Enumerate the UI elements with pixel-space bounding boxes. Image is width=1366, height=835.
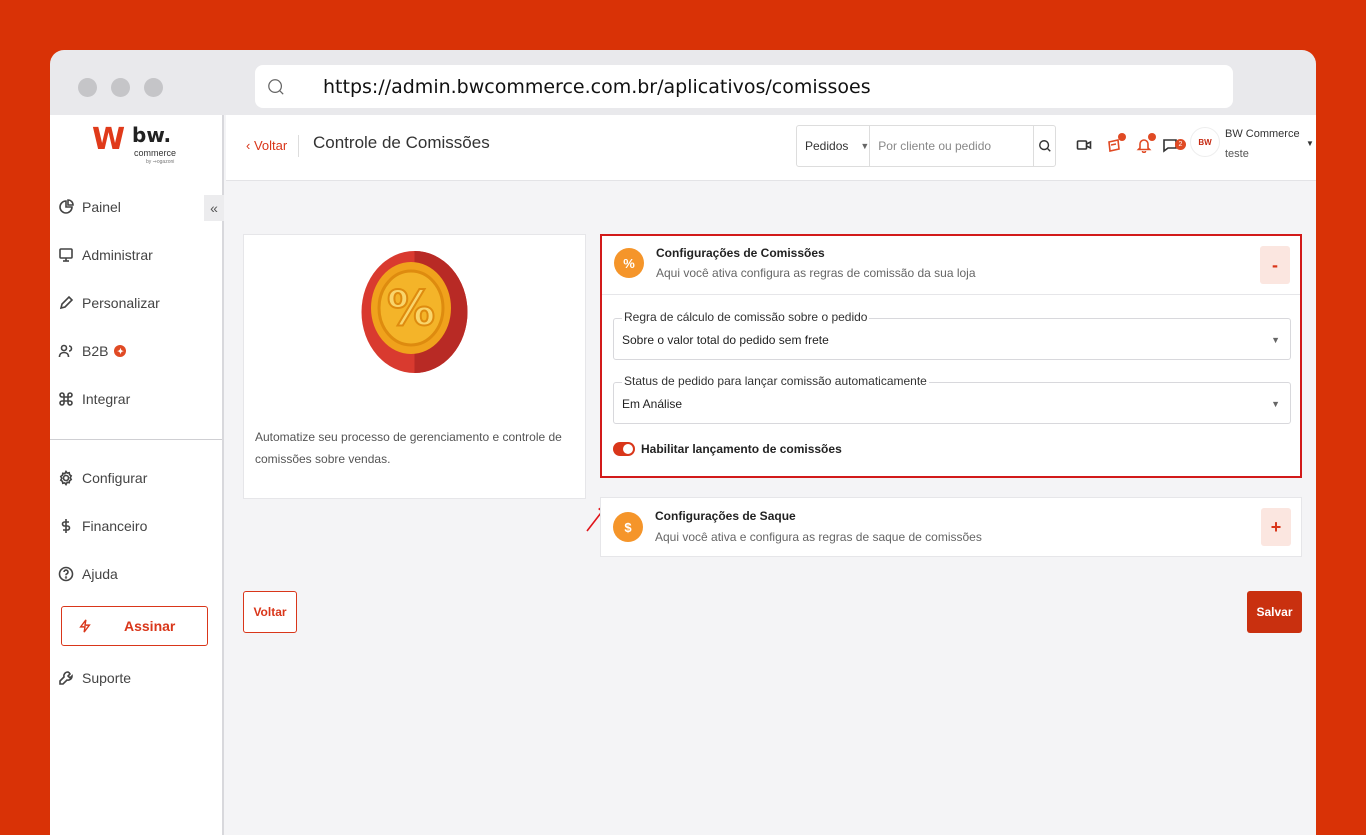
- svg-text:%: %: [387, 281, 435, 337]
- avatar[interactable]: BW: [1190, 127, 1220, 157]
- logo-by: by ⇝ogazoni: [146, 159, 175, 165]
- panel-subtitle: Aqui você ativa e configura as regras de…: [655, 530, 982, 544]
- panel-title: Configurações de Saque: [655, 509, 796, 523]
- sidebar-item-personalizar[interactable]: Personalizar: [58, 291, 160, 315]
- panel-divider: [602, 294, 1300, 295]
- info-card: % Automatize seu processo de gerenciamen…: [243, 234, 586, 499]
- order-status-select[interactable]: Status de pedido para lançar comissão au…: [613, 374, 1291, 424]
- message-icon[interactable]: 2: [1162, 137, 1186, 155]
- sidebar-collapse-button[interactable]: «: [204, 195, 224, 221]
- window-dot-minimize[interactable]: [111, 78, 130, 97]
- user-name[interactable]: BW Commerce: [1225, 128, 1300, 140]
- gift-icon[interactable]: [1106, 133, 1126, 155]
- commission-rule-select[interactable]: Regra de cálculo de comissão sobre o ped…: [613, 310, 1291, 360]
- logo-brand: bw.: [132, 123, 172, 147]
- monitor-icon: [59, 248, 73, 262]
- percent-coin-icon: %: [361, 251, 468, 373]
- sidebar-item-painel[interactable]: Painel: [58, 195, 121, 219]
- field-value: Sobre o valor total do pedido sem frete: [622, 333, 829, 347]
- window-dot-maximize[interactable]: [144, 78, 163, 97]
- sidebar-item-ajuda[interactable]: Ajuda: [58, 562, 118, 586]
- address-bar[interactable]: https://admin.bwcommerce.com.br/aplicati…: [255, 65, 1233, 108]
- window-dot-close[interactable]: [78, 78, 97, 97]
- salvar-button[interactable]: Salvar: [1247, 591, 1302, 633]
- chevron-down-icon: ▼: [1271, 335, 1280, 345]
- notification-dot: [1148, 133, 1156, 141]
- assinar-button[interactable]: Assinar: [61, 606, 208, 646]
- gear-icon: [59, 470, 73, 486]
- chevron-down-icon[interactable]: ▼: [1306, 139, 1314, 148]
- logo-sub: commerce: [134, 148, 177, 158]
- sidebar-item-administrar[interactable]: Administrar: [58, 243, 153, 267]
- sidebar-item-label: Suporte: [82, 670, 132, 686]
- sidebar-divider: [50, 439, 222, 440]
- info-description: Automatize seu processo de gerenciamento…: [255, 430, 562, 466]
- percent-icon: %: [614, 248, 644, 278]
- page-title: Controle de Comissões: [313, 133, 490, 152]
- lightning-icon: [79, 619, 91, 633]
- url-text: https://admin.bwcommerce.com.br/aplicati…: [323, 75, 871, 98]
- collapse-button[interactable]: -: [1260, 246, 1290, 284]
- comissoes-panel: % Configurações de Comissões Aqui você a…: [600, 234, 1302, 478]
- sidebar: W bw. commerce by ⇝ogazoni « Painel Admi…: [50, 115, 224, 835]
- sidebar-item-label: Administrar: [82, 247, 153, 263]
- video-icon[interactable]: [1076, 137, 1094, 155]
- chevron-down-icon: ▼: [860, 141, 870, 151]
- field-label: Status de pedido para lançar comissão au…: [622, 374, 929, 388]
- saque-panel: $ Configurações de Saque Aqui você ativa…: [600, 497, 1302, 557]
- window-controls: [78, 78, 163, 97]
- expand-button[interactable]: +: [1261, 508, 1291, 546]
- chevron-down-icon: ▼: [1271, 399, 1280, 409]
- enable-commission-switch[interactable]: [613, 442, 635, 456]
- logo[interactable]: W bw. commerce by ⇝ogazoni: [92, 123, 184, 173]
- search-group: Pedidos ▼: [796, 125, 1056, 167]
- app-area: W bw. commerce by ⇝ogazoni « Painel Admi…: [50, 115, 1316, 835]
- field-value: Em Análise: [622, 397, 683, 411]
- dollar-icon: $: [613, 512, 643, 542]
- search-type-value: Pedidos: [805, 139, 849, 153]
- wrench-icon: [59, 671, 73, 685]
- switch-label: Habilitar lançamento de comissões: [641, 442, 842, 456]
- help-icon: [58, 566, 74, 582]
- sidebar-item-b2b[interactable]: B2B ✦: [58, 339, 127, 363]
- sidebar-item-label: Ajuda: [82, 566, 118, 582]
- new-badge: ✦: [114, 345, 127, 357]
- sidebar-item-integrar[interactable]: Integrar: [58, 387, 130, 411]
- assinar-label: Assinar: [124, 618, 176, 634]
- panel-subtitle: Aqui você ativa configura as regras de c…: [656, 266, 976, 280]
- bell-icon[interactable]: [1136, 133, 1156, 155]
- search-icon: [1038, 140, 1051, 152]
- message-count-badge: 2: [1175, 139, 1186, 150]
- voltar-button[interactable]: Voltar: [243, 591, 297, 633]
- notification-dot: [1118, 133, 1126, 141]
- sidebar-item-label: B2B: [82, 343, 109, 359]
- dollar-icon: [61, 519, 71, 533]
- enable-commission-row: Habilitar lançamento de comissões: [613, 442, 842, 456]
- pencil-icon: [59, 295, 74, 310]
- search-icon: [268, 78, 284, 95]
- sidebar-item-label: Painel: [82, 199, 121, 215]
- sidebar-item-label: Personalizar: [82, 295, 160, 311]
- sidebar-item-configurar[interactable]: Configurar: [58, 466, 147, 490]
- browser-window: https://admin.bwcommerce.com.br/aplicati…: [50, 50, 1316, 835]
- sidebar-item-label: Integrar: [82, 391, 131, 407]
- users-icon: [58, 344, 73, 358]
- sidebar-item-label: Configurar: [82, 470, 148, 486]
- header-separator: [298, 135, 299, 157]
- field-label: Regra de cálculo de comissão sobre o ped…: [622, 310, 870, 324]
- top-header: ‹ Voltar Controle de Comissões Pedidos ▼: [226, 115, 1316, 181]
- search-type-select[interactable]: Pedidos ▼: [797, 126, 871, 166]
- pie-chart-icon: [59, 199, 74, 214]
- command-icon: [59, 392, 73, 406]
- logo-mark: W: [92, 122, 125, 157]
- sidebar-item-label: Financeiro: [82, 518, 148, 534]
- sidebar-item-suporte[interactable]: Suporte: [58, 666, 131, 690]
- user-store: teste: [1225, 148, 1249, 160]
- back-link[interactable]: ‹ Voltar: [246, 138, 287, 153]
- sidebar-item-financeiro[interactable]: Financeiro: [58, 514, 147, 538]
- search-input[interactable]: [870, 126, 1034, 166]
- panel-title: Configurações de Comissões: [656, 246, 825, 260]
- search-button[interactable]: [1033, 126, 1055, 166]
